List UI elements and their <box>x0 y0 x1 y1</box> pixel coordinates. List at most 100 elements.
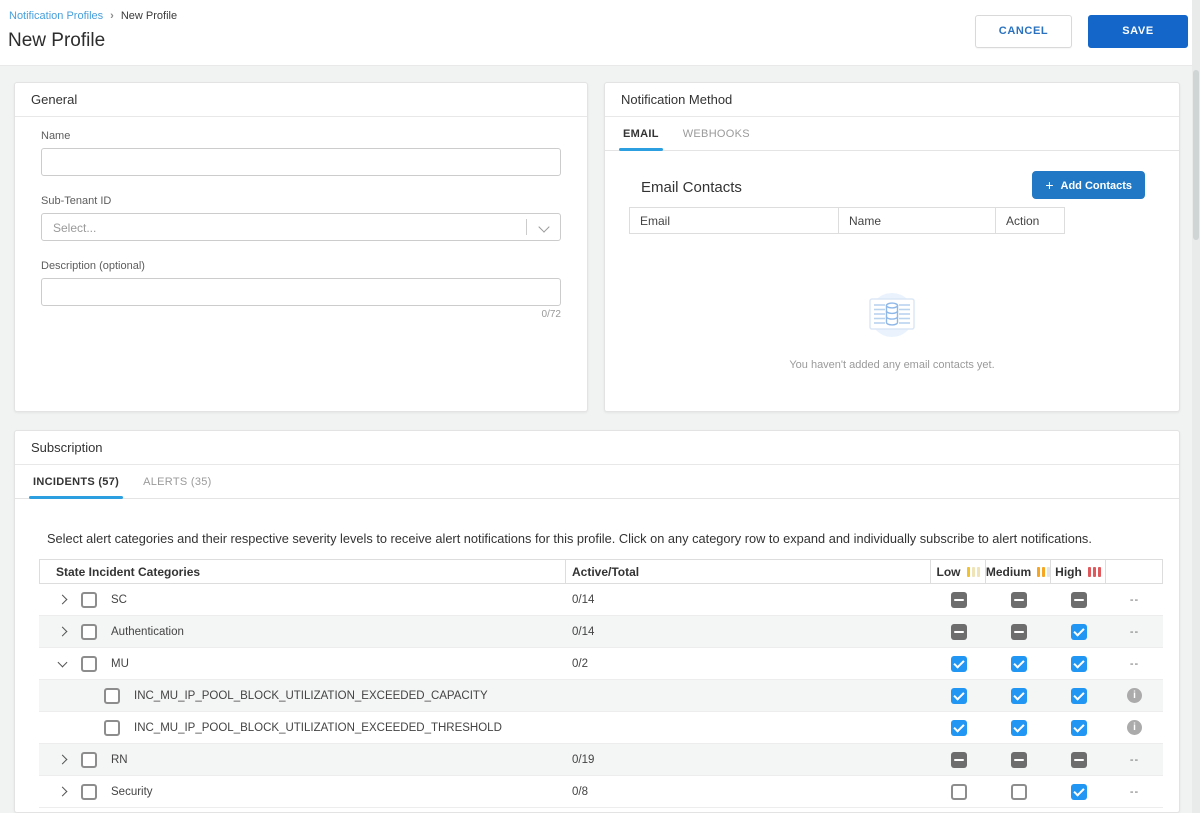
low-checkbox[interactable] <box>950 655 967 672</box>
chevron-down-icon <box>538 221 550 233</box>
action-dash: -- <box>1129 785 1140 798</box>
breadcrumb: Notification Profiles › New Profile <box>9 10 177 22</box>
active-total: 0/19 <box>572 753 595 766</box>
info-icon[interactable]: i <box>1127 720 1142 735</box>
low-checkbox[interactable] <box>950 783 967 800</box>
table-row-sc[interactable]: SC 0/14 -- <box>39 584 1163 616</box>
table-row-authentication[interactable]: Authentication 0/14 -- <box>39 616 1163 648</box>
cancel-button[interactable]: CANCEL <box>975 15 1072 48</box>
subtenant-select[interactable]: Select... <box>41 213 561 241</box>
medium-checkbox[interactable] <box>1010 591 1027 608</box>
vertical-scrollbar[interactable] <box>1192 0 1200 813</box>
high-checkbox[interactable] <box>1070 655 1087 672</box>
email-contacts-col-email: Email <box>629 207 839 234</box>
high-checkbox[interactable] <box>1070 751 1087 768</box>
notification-method-tabbar: EMAIL WEBHOOKS <box>605 117 1179 151</box>
action-dash: -- <box>1129 593 1140 606</box>
name-field-group: Name <box>41 130 561 176</box>
plus-icon: + <box>1045 177 1054 193</box>
tab-webhooks[interactable]: WEBHOOKS <box>683 117 750 150</box>
info-icon[interactable]: i <box>1127 688 1142 703</box>
severity-medium-icon <box>1037 566 1051 577</box>
medium-checkbox[interactable] <box>1010 783 1027 800</box>
save-button[interactable]: SAVE <box>1088 15 1188 48</box>
email-contacts-heading: Email Contacts <box>641 179 742 196</box>
active-total: 0/14 <box>572 625 595 638</box>
subscription-description: Select alert categories and their respec… <box>47 531 1092 546</box>
description-label: Description (optional) <box>41 260 145 272</box>
table-row-security[interactable]: Security 0/8 -- <box>39 776 1163 808</box>
row-select-checkbox[interactable] <box>81 623 97 640</box>
row-select-checkbox[interactable] <box>81 655 97 672</box>
medium-checkbox[interactable] <box>1010 751 1027 768</box>
table-row-inc-mu-capacity[interactable]: INC_MU_IP_POOL_BLOCK_UTILIZATION_EXCEEDE… <box>39 680 1163 712</box>
severity-low-icon <box>966 566 980 577</box>
col-active-total: Active/Total <box>566 560 931 583</box>
table-row-mu[interactable]: MU 0/2 -- <box>39 648 1163 680</box>
low-checkbox[interactable] <box>950 591 967 608</box>
medium-checkbox[interactable] <box>1010 719 1027 736</box>
row-select-checkbox[interactable] <box>104 687 120 704</box>
chevron-down-icon[interactable] <box>57 657 68 667</box>
chevron-right-icon[interactable] <box>57 594 68 605</box>
subscription-tabbar: INCIDENTS (57) ALERTS (35) <box>15 465 1179 499</box>
add-contacts-button[interactable]: + Add Contacts <box>1032 171 1145 199</box>
medium-checkbox[interactable] <box>1010 687 1027 704</box>
empty-contacts-icon <box>869 293 915 337</box>
low-checkbox[interactable] <box>950 719 967 736</box>
category-name: SC <box>111 593 127 606</box>
chevron-right-icon[interactable] <box>57 754 68 765</box>
general-panel: General Name Sub-Tenant ID Select... Des… <box>14 82 588 412</box>
notification-method-title: Notification Method <box>605 83 1179 117</box>
tab-email[interactable]: EMAIL <box>619 117 663 151</box>
tab-incidents[interactable]: INCIDENTS (57) <box>28 465 124 499</box>
active-total <box>566 712 931 743</box>
description-field-group: Description (optional) 0/72 <box>41 260 561 320</box>
row-select-checkbox[interactable] <box>104 719 120 736</box>
chevron-right-icon[interactable] <box>57 786 68 797</box>
general-form: Name Sub-Tenant ID Select... Description… <box>15 117 587 352</box>
row-select-checkbox[interactable] <box>81 783 97 800</box>
tab-alerts[interactable]: ALERTS (35) <box>143 465 212 498</box>
breadcrumb-current: New Profile <box>120 10 178 22</box>
col-low: Low <box>931 560 986 583</box>
name-input[interactable] <box>41 148 561 176</box>
incident-name: INC_MU_IP_POOL_BLOCK_UTILIZATION_EXCEEDE… <box>134 721 502 734</box>
high-checkbox[interactable] <box>1070 591 1087 608</box>
breadcrumb-link-notification-profiles[interactable]: Notification Profiles <box>9 10 103 22</box>
table-row-inc-mu-threshold[interactable]: INC_MU_IP_POOL_BLOCK_UTILIZATION_EXCEEDE… <box>39 712 1163 744</box>
scrollbar-thumb[interactable] <box>1193 70 1199 240</box>
incident-table-header: State Incident Categories Active/Total L… <box>39 559 1163 584</box>
subtenant-field-group: Sub-Tenant ID Select... <box>41 195 561 241</box>
page-title: New Profile <box>8 30 106 51</box>
high-checkbox[interactable] <box>1070 719 1087 736</box>
add-contacts-label: Add Contacts <box>1060 180 1133 192</box>
subscription-panel: Subscription INCIDENTS (57) ALERTS (35) … <box>14 430 1180 813</box>
medium-checkbox[interactable] <box>1010 655 1027 672</box>
medium-checkbox[interactable] <box>1010 623 1027 640</box>
col-action-empty <box>1106 560 1163 583</box>
category-name: MU <box>111 657 129 670</box>
row-select-checkbox[interactable] <box>81 751 97 768</box>
subtenant-select-placeholder: Select... <box>53 221 97 235</box>
action-dash: -- <box>1129 625 1140 638</box>
high-checkbox[interactable] <box>1070 623 1087 640</box>
description-input[interactable] <box>41 278 561 306</box>
high-checkbox[interactable] <box>1070 783 1087 800</box>
email-contacts-empty-message: You haven't added any email contacts yet… <box>789 359 995 371</box>
low-checkbox[interactable] <box>950 687 967 704</box>
email-contacts-col-action: Action <box>996 207 1065 234</box>
high-checkbox[interactable] <box>1070 687 1087 704</box>
subscription-title: Subscription <box>15 431 1179 465</box>
email-contacts-empty-illustration <box>605 291 1179 348</box>
low-checkbox[interactable] <box>950 751 967 768</box>
table-row-rn[interactable]: RN 0/19 -- <box>39 744 1163 776</box>
low-checkbox[interactable] <box>950 623 967 640</box>
breadcrumb-separator-icon: › <box>110 10 114 22</box>
category-name: Security <box>111 785 153 798</box>
row-select-checkbox[interactable] <box>81 591 97 608</box>
general-panel-title: General <box>15 83 587 117</box>
col-medium: Medium <box>986 560 1051 583</box>
active-total: 0/2 <box>572 657 588 670</box>
chevron-right-icon[interactable] <box>57 626 68 637</box>
